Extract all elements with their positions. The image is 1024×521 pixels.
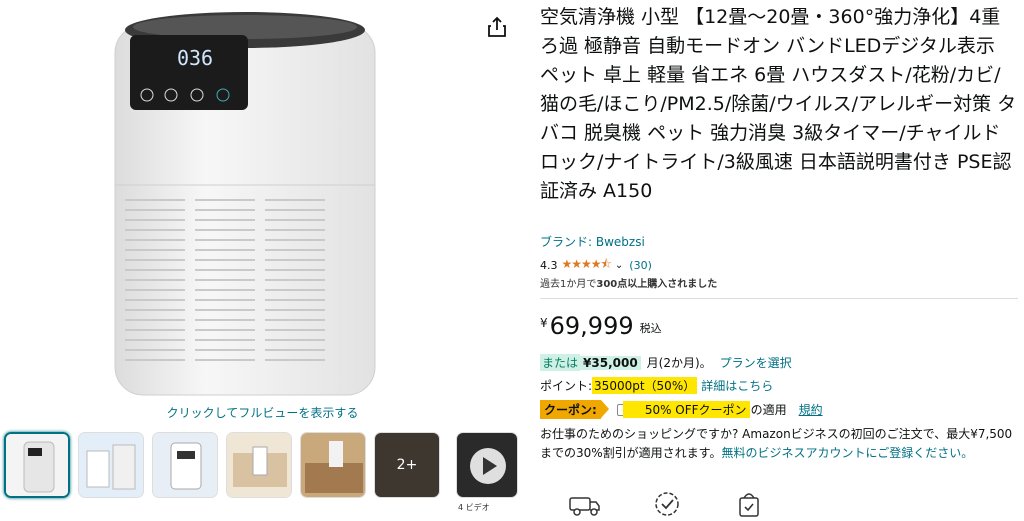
installment-amount: ¥35,000	[580, 355, 641, 370]
truck-icon[interactable]	[568, 490, 602, 518]
review-count-link[interactable]: (30)	[629, 259, 652, 272]
thumbnail-2[interactable]	[78, 432, 144, 498]
coupon-row: クーポン: 50% OFFクーポン の適用 規約	[540, 400, 823, 419]
rating-score: 4.3	[540, 259, 558, 272]
installment-or: または	[540, 354, 581, 371]
points-value: 35000pt（50%）	[592, 377, 698, 394]
thumbnail-4[interactable]	[226, 432, 292, 498]
coupon-text: 50% OFFクーポン	[622, 401, 750, 418]
badge-check-icon[interactable]	[650, 490, 684, 518]
coupon-terms-link[interactable]: 規約	[799, 401, 823, 418]
select-plan-link[interactable]: プランを選択	[720, 354, 792, 371]
currency-symbol: ¥	[540, 316, 548, 330]
more-images-count: 2+	[375, 433, 439, 497]
thumbnail-more[interactable]: 2+	[374, 432, 440, 498]
points-label: ポイント:	[540, 379, 593, 393]
video-count-label: 4 ビデオ	[458, 503, 490, 512]
purchase-stat-prefix: 過去1か月で	[540, 279, 597, 290]
thumbnail-3[interactable]	[152, 432, 218, 498]
share-icon[interactable]	[486, 15, 508, 39]
product-details: 空気清浄機 小型 【12畳～20畳・360°強力浄化】4重ろ過 極静音 自動モー…	[540, 0, 1024, 521]
thumbnail-1[interactable]	[4, 432, 70, 498]
bag-check-icon[interactable]	[732, 490, 766, 518]
installment-row: または ¥35,000 月(2か月)。 プランを選択	[540, 354, 792, 371]
purchase-stat-count: 300点以上購入されました	[596, 279, 718, 290]
star-rating[interactable]: ★★★★⯪	[562, 255, 612, 276]
installment-amount-value: ¥35,000	[583, 355, 638, 370]
business-promo: お仕事のためのショッピングですか? Amazonビジネスの初回のご注文で、最大¥…	[540, 425, 1015, 463]
business-signup-link[interactable]: 無料のビジネスアカウントにご登録ください。	[721, 446, 973, 460]
points-details-link[interactable]: 詳細はこちら	[701, 377, 773, 394]
video-thumbnail[interactable]	[456, 432, 518, 498]
image-gallery: 036 クリックしてフルビューを表示する 2+ 4 ビデオ	[0, 0, 525, 521]
price-block: ¥ 69,999 税込	[540, 312, 662, 340]
brand-link[interactable]: ブランド: Bwebzsi	[540, 233, 645, 250]
display-reading: 036	[177, 46, 213, 70]
thumbnail-5[interactable]	[300, 432, 366, 498]
purchase-stat: 過去1か月で300点以上購入されました	[540, 275, 717, 290]
thumbnail-strip: 2+	[4, 432, 524, 502]
installment-months: 月(2か月)。	[646, 356, 712, 370]
chevron-down-icon[interactable]: ⌄	[615, 260, 623, 271]
coupon-badge: クーポン:	[540, 400, 609, 419]
product-title: 空気清浄機 小型 【12畳～20畳・360°強力浄化】4重ろ過 極静音 自動モー…	[540, 6, 1017, 202]
price-amount: 69,999	[549, 312, 634, 340]
product-page: 036 クリックしてフルビューを表示する 2+ 4 ビデオ 空気清浄機 小型 【…	[0, 0, 1024, 521]
full-view-hint[interactable]: クリックしてフルビューを表示する	[0, 404, 525, 421]
coupon-apply-text: の適用	[750, 403, 787, 417]
main-product-image[interactable]: 036	[95, 5, 380, 400]
rating-row: 4.3 ★★★★⯪ ⌄ (30)	[540, 255, 652, 276]
divider	[540, 298, 1018, 299]
tax-label: 税込	[639, 322, 662, 335]
feature-icons	[540, 490, 1018, 521]
points-row: ポイント: 35000pt（50%） 詳細はこちら	[540, 377, 773, 394]
